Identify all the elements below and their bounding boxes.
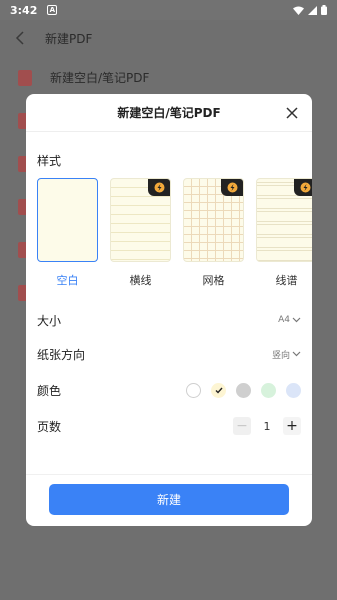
app-bar-title: 新建PDF	[45, 31, 93, 46]
orientation-select[interactable]: 竖向	[272, 348, 301, 361]
style-option-lined[interactable]: 横线	[110, 178, 171, 288]
style-option-label: 线谱	[275, 274, 298, 287]
orientation-label: 纸张方向	[37, 347, 86, 362]
navigation-bar	[0, 580, 337, 600]
check-icon	[215, 387, 223, 394]
vip-coin-icon	[154, 182, 164, 193]
style-option-blank[interactable]: 空白	[37, 178, 98, 288]
style-option-label: 网格	[202, 274, 225, 287]
status-bar: 3:42 A	[0, 0, 337, 20]
color-label: 颜色	[37, 383, 62, 398]
size-select[interactable]: A4	[278, 315, 301, 325]
vip-badge	[294, 179, 312, 196]
app-bar: 新建PDF	[0, 20, 337, 56]
color-swatch[interactable]	[261, 382, 276, 398]
pages-stepper: − 1 +	[233, 417, 301, 435]
chevron-left-icon	[15, 31, 24, 45]
chevron-down-icon	[292, 351, 301, 357]
size-value: A4	[278, 315, 290, 325]
dialog-title: 新建空白/笔记PDF	[117, 106, 221, 120]
pages-value: 1	[263, 419, 271, 433]
pages-label: 页数	[37, 419, 62, 434]
color-swatch[interactable]	[186, 382, 201, 398]
status-time: 3:42	[10, 3, 38, 17]
dialog-header: 新建空白/笔记PDF	[26, 94, 312, 132]
style-option-staff[interactable]: 线谱	[256, 178, 312, 288]
orientation-value: 竖向	[271, 350, 290, 361]
new-pdf-dialog: 新建空白/笔记PDF 样式 空白 横线 网格 线谱 大小 A4 纸张方向 竖向 …	[26, 94, 312, 526]
vip-badge	[221, 179, 243, 196]
notification-a-icon: A	[47, 5, 58, 15]
color-row: 颜色	[37, 378, 301, 402]
style-thumbnail	[256, 178, 312, 262]
vip-coin-icon	[300, 182, 310, 193]
color-swatch[interactable]	[236, 382, 251, 398]
style-section-label: 样式	[37, 154, 62, 168]
back-button[interactable]	[0, 20, 40, 56]
vip-coin-icon	[227, 182, 237, 193]
style-picker: 空白 横线 网格 线谱	[37, 178, 312, 288]
color-swatches	[186, 382, 301, 398]
close-icon	[286, 107, 298, 119]
style-option-label: 横线	[129, 274, 152, 287]
pdf-file-icon	[18, 69, 32, 86]
vip-badge	[148, 179, 170, 196]
style-thumbnail	[37, 178, 98, 262]
size-row[interactable]: 大小 A4	[37, 308, 301, 332]
close-button[interactable]	[282, 103, 302, 123]
orientation-row[interactable]: 纸张方向 竖向	[37, 342, 301, 366]
battery-icon	[321, 5, 327, 15]
style-option-label: 空白	[56, 274, 79, 287]
color-swatch[interactable]	[286, 382, 301, 398]
wifi-icon	[293, 6, 304, 15]
style-thumbnail	[110, 178, 171, 262]
list-item[interactable]: 新建空白/笔记PDF	[0, 56, 337, 99]
create-button[interactable]: 新建	[49, 484, 289, 515]
style-option-grid[interactable]: 网格	[183, 178, 244, 288]
status-icons	[293, 5, 327, 15]
style-thumbnail	[183, 178, 244, 262]
increment-button[interactable]: +	[283, 417, 301, 435]
divider	[26, 474, 312, 475]
chevron-down-icon	[292, 317, 301, 323]
color-swatch[interactable]	[211, 382, 226, 398]
pages-row: 页数 − 1 +	[37, 414, 301, 438]
size-label: 大小	[37, 313, 62, 328]
signal-icon	[308, 5, 317, 15]
decrement-button[interactable]: −	[233, 417, 251, 435]
list-item-label: 新建空白/笔记PDF	[50, 71, 150, 85]
